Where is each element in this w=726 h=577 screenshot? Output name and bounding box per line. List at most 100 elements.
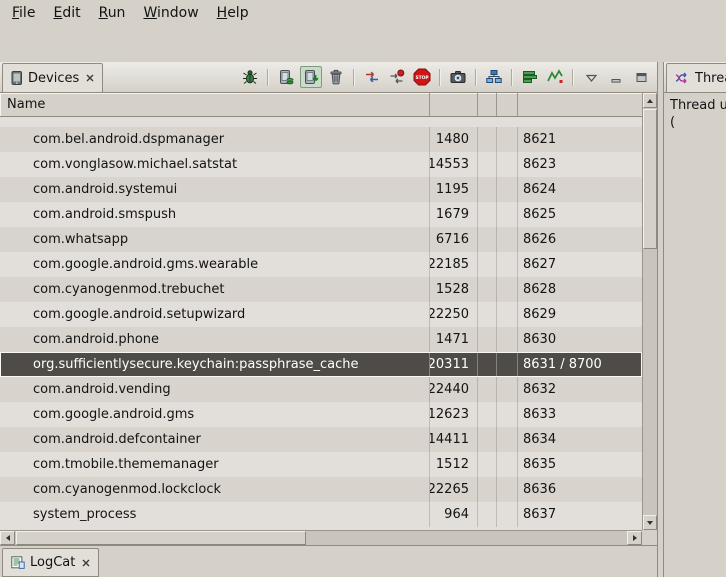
menu-edit[interactable]: Edit	[45, 2, 90, 24]
horizontal-scrollbar-thumb[interactable]	[16, 531, 306, 545]
horizontal-scrollbar[interactable]	[0, 530, 642, 545]
vertical-scrollbar-thumb[interactable]	[643, 109, 657, 249]
process-row[interactable]: com.cyanogenmod.lockclock 22265 8636	[0, 477, 642, 502]
screen-capture-button[interactable]	[447, 66, 469, 88]
process-row[interactable]: com.android.defcontainer 14411 8634	[0, 427, 642, 452]
empty-cell	[497, 477, 518, 502]
process-row[interactable]: com.tmobile.thememanager 1512 8635	[0, 452, 642, 477]
process-pid-cell: 22185	[430, 252, 478, 277]
process-port-cell: 8637	[518, 502, 642, 527]
process-row-selected[interactable]: org.sufficientlysecure.keychain:passphra…	[0, 352, 642, 377]
empty-cell	[497, 227, 518, 252]
tab-devices[interactable]: Devices	[2, 63, 103, 92]
debug-button[interactable]	[239, 66, 261, 88]
close-icon[interactable]	[82, 559, 90, 567]
empty-cell	[478, 227, 497, 252]
column-header-empty-1[interactable]	[478, 93, 497, 116]
threads-message-line1: Thread up	[670, 97, 726, 114]
update-threads-button[interactable]	[361, 66, 383, 88]
process-port-cell: 8634	[518, 427, 642, 452]
scroll-up-button[interactable]	[643, 93, 657, 108]
arrow-up-icon	[647, 99, 653, 103]
process-pid-cell: 20311	[430, 352, 478, 377]
process-port-cell: 8629	[518, 302, 642, 327]
process-name-cell: com.bel.android.dspmanager	[0, 127, 430, 152]
tab-logcat[interactable]: LogCat	[2, 548, 99, 577]
scroll-down-button[interactable]	[643, 515, 657, 530]
process-row[interactable]: com.vonglasow.michael.satstat 14553 8623	[0, 152, 642, 177]
process-row[interactable]: com.android.smspush 1679 8625	[0, 202, 642, 227]
column-header-port[interactable]	[518, 93, 642, 116]
process-pid-cell: 1679	[430, 202, 478, 227]
process-row[interactable]: com.google.android.setupwizard 22250 862…	[0, 302, 642, 327]
tab-threads[interactable]: Threads	[666, 63, 726, 92]
threads-message-line2: (	[670, 114, 726, 131]
process-pid-cell: 1512	[430, 452, 478, 477]
process-name-cell: com.google.android.gms	[0, 402, 430, 427]
process-name-cell: com.android.systemui	[0, 177, 430, 202]
empty-cell	[497, 427, 518, 452]
process-row[interactable]: com.android.systemui 1195 8624	[0, 177, 642, 202]
view-hierarchy-button[interactable]	[483, 66, 505, 88]
empty-cell	[497, 502, 518, 527]
devices-panel: Devices	[0, 62, 658, 545]
empty-cell	[497, 252, 518, 277]
process-name-cell: com.vonglasow.michael.satstat	[0, 152, 430, 177]
menu-file[interactable]: File	[4, 2, 45, 24]
main-area: Devices	[0, 62, 726, 577]
update-heap-button[interactable]	[275, 66, 297, 88]
process-row[interactable]: system_process 964 8637	[0, 502, 642, 527]
stop-process-button[interactable]: STOP	[411, 66, 433, 88]
cause-gc-button[interactable]	[325, 66, 347, 88]
process-name-cell: com.android.phone	[0, 327, 430, 352]
menu-run[interactable]: Run	[91, 2, 136, 24]
minimize-button[interactable]	[605, 66, 627, 88]
empty-cell	[497, 177, 518, 202]
devices-tab-row: Devices	[0, 62, 657, 93]
column-header-pid[interactable]	[430, 93, 478, 116]
process-row[interactable]: com.google.android.gms 12623 8633	[0, 402, 642, 427]
process-name-cell: system_process	[0, 502, 430, 527]
empty-cell	[478, 252, 497, 277]
process-port-cell: 8635	[518, 452, 642, 477]
menu-help[interactable]: Help	[209, 2, 259, 24]
method-profiling-button[interactable]	[386, 66, 408, 88]
column-header-name[interactable]: Name	[0, 93, 430, 116]
process-row[interactable]: com.android.vending 22440 8632	[0, 377, 642, 402]
toolbar-separator	[267, 69, 269, 86]
empty-cell	[478, 427, 497, 452]
vertical-scrollbar[interactable]	[642, 93, 657, 530]
view-menu-button[interactable]	[580, 66, 602, 88]
process-pid-cell: 1195	[430, 177, 478, 202]
process-row[interactable]: com.bel.android.dspmanager 1480 8621	[0, 127, 642, 152]
left-column: Devices	[0, 62, 658, 577]
process-pid-cell: 14411	[430, 427, 478, 452]
toolbar-separator	[572, 69, 574, 86]
process-port-cell: 8632	[518, 377, 642, 402]
process-name-cell: com.android.smspush	[0, 202, 430, 227]
menu-window[interactable]: Window	[135, 2, 208, 24]
process-row[interactable]: com.cyanogenmod.trebuchet 1528 8628	[0, 277, 642, 302]
close-icon[interactable]	[86, 74, 94, 82]
process-table-body: com.bel.android.dspmanager 1480 8621 com…	[0, 117, 642, 530]
dump-hprof-phone-icon	[303, 69, 319, 85]
maximize-button[interactable]	[630, 66, 652, 88]
toolbar-separator	[475, 69, 477, 86]
toolbar-separator	[511, 69, 513, 86]
method-profiling-icon	[389, 69, 405, 85]
process-row[interactable]: com.google.android.gms.wearable 22185 86…	[0, 252, 642, 277]
process-row[interactable]: com.android.phone 1471 8630	[0, 327, 642, 352]
column-header-empty-2[interactable]	[497, 93, 518, 116]
systrace-button[interactable]	[519, 66, 541, 88]
dump-hprof-button[interactable]	[300, 66, 322, 88]
process-row[interactable]: com.whatsapp 6716 8626	[0, 227, 642, 252]
empty-cell	[497, 377, 518, 402]
process-name-cell: com.android.defcontainer	[0, 427, 430, 452]
process-pid-cell: 1528	[430, 277, 478, 302]
scroll-left-button[interactable]	[0, 531, 15, 545]
scroll-right-button[interactable]	[627, 531, 642, 545]
process-pid-cell: 22440	[430, 377, 478, 402]
process-name-cell: com.cyanogenmod.lockclock	[0, 477, 430, 502]
empty-cell	[478, 452, 497, 477]
opengl-trace-button[interactable]	[544, 66, 566, 88]
